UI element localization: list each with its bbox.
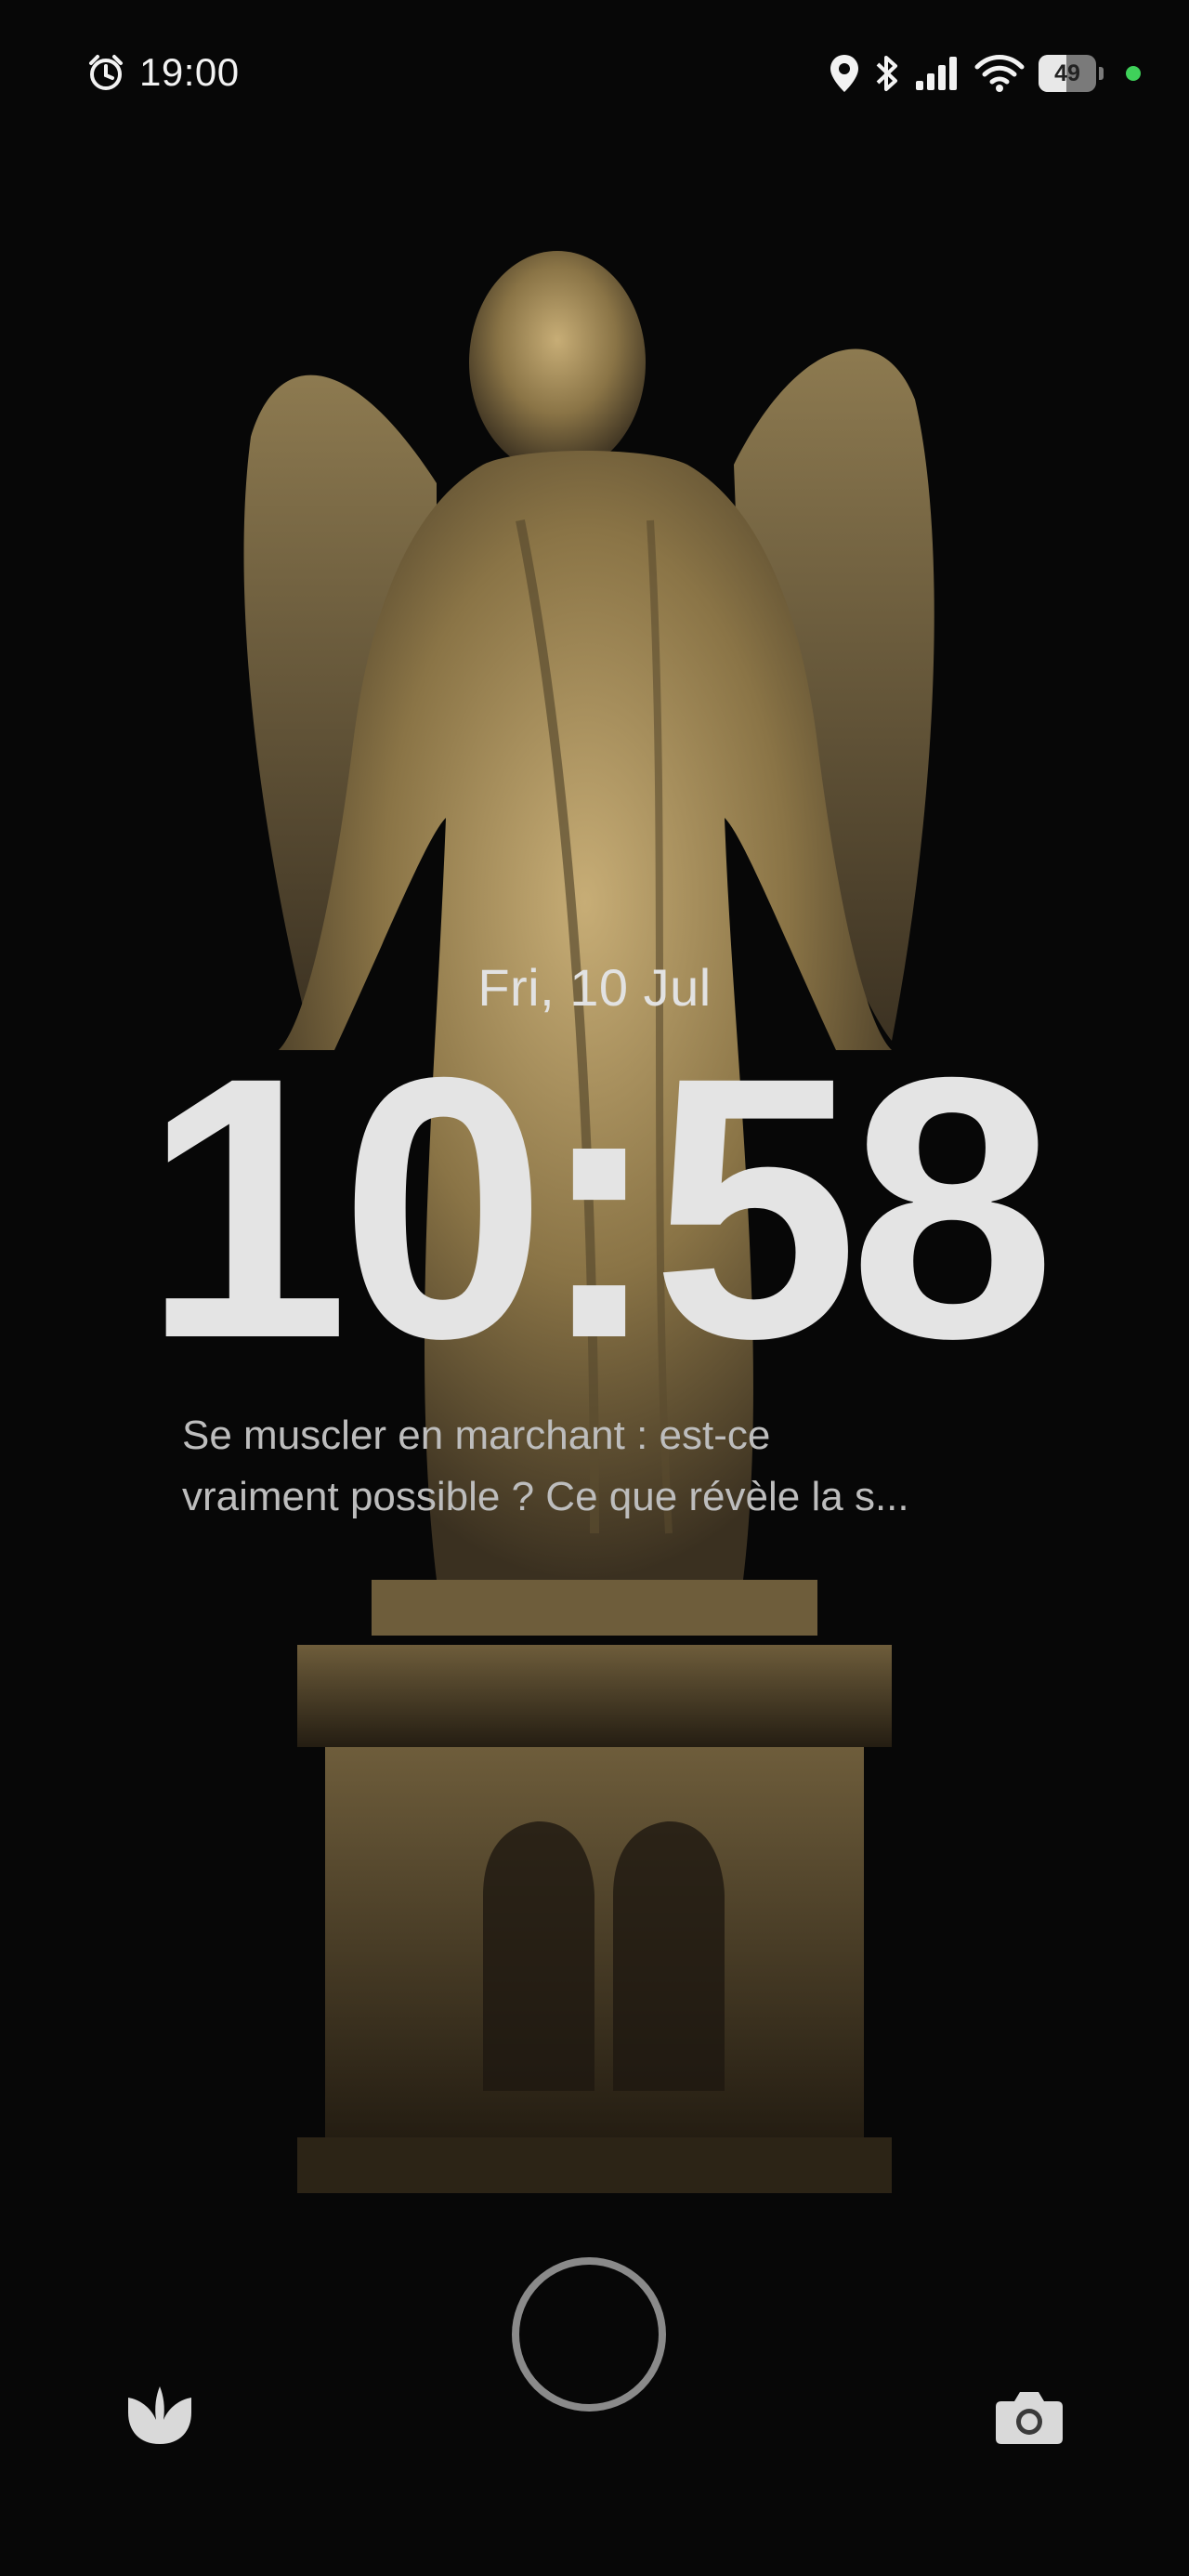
- status-time: 19:00: [139, 50, 240, 94]
- privacy-indicator-dot: [1126, 66, 1141, 81]
- alarm-icon: [89, 55, 123, 90]
- status-bar: 19:00 49: [0, 0, 1189, 149]
- signal-icon: [916, 57, 957, 90]
- glance-notification[interactable]: Se muscler en marchant : est-ce vraiment…: [182, 1405, 1018, 1528]
- location-icon: [830, 55, 858, 92]
- tulip-icon[interactable]: [123, 2379, 197, 2453]
- notification-line-1: Se muscler en marchant : est-ce: [182, 1413, 771, 1458]
- battery-level: 49: [1054, 60, 1080, 86]
- lock-clock: 10:58: [142, 1000, 1055, 1415]
- battery-indicator: 49: [1039, 55, 1104, 92]
- wifi-icon: [974, 55, 1025, 92]
- notification-line-2: vraiment possible ? Ce que révèle la s..…: [182, 1474, 909, 1519]
- camera-icon[interactable]: [992, 2379, 1066, 2453]
- bluetooth-icon: [876, 56, 897, 91]
- fingerprint-ring[interactable]: [512, 2257, 666, 2412]
